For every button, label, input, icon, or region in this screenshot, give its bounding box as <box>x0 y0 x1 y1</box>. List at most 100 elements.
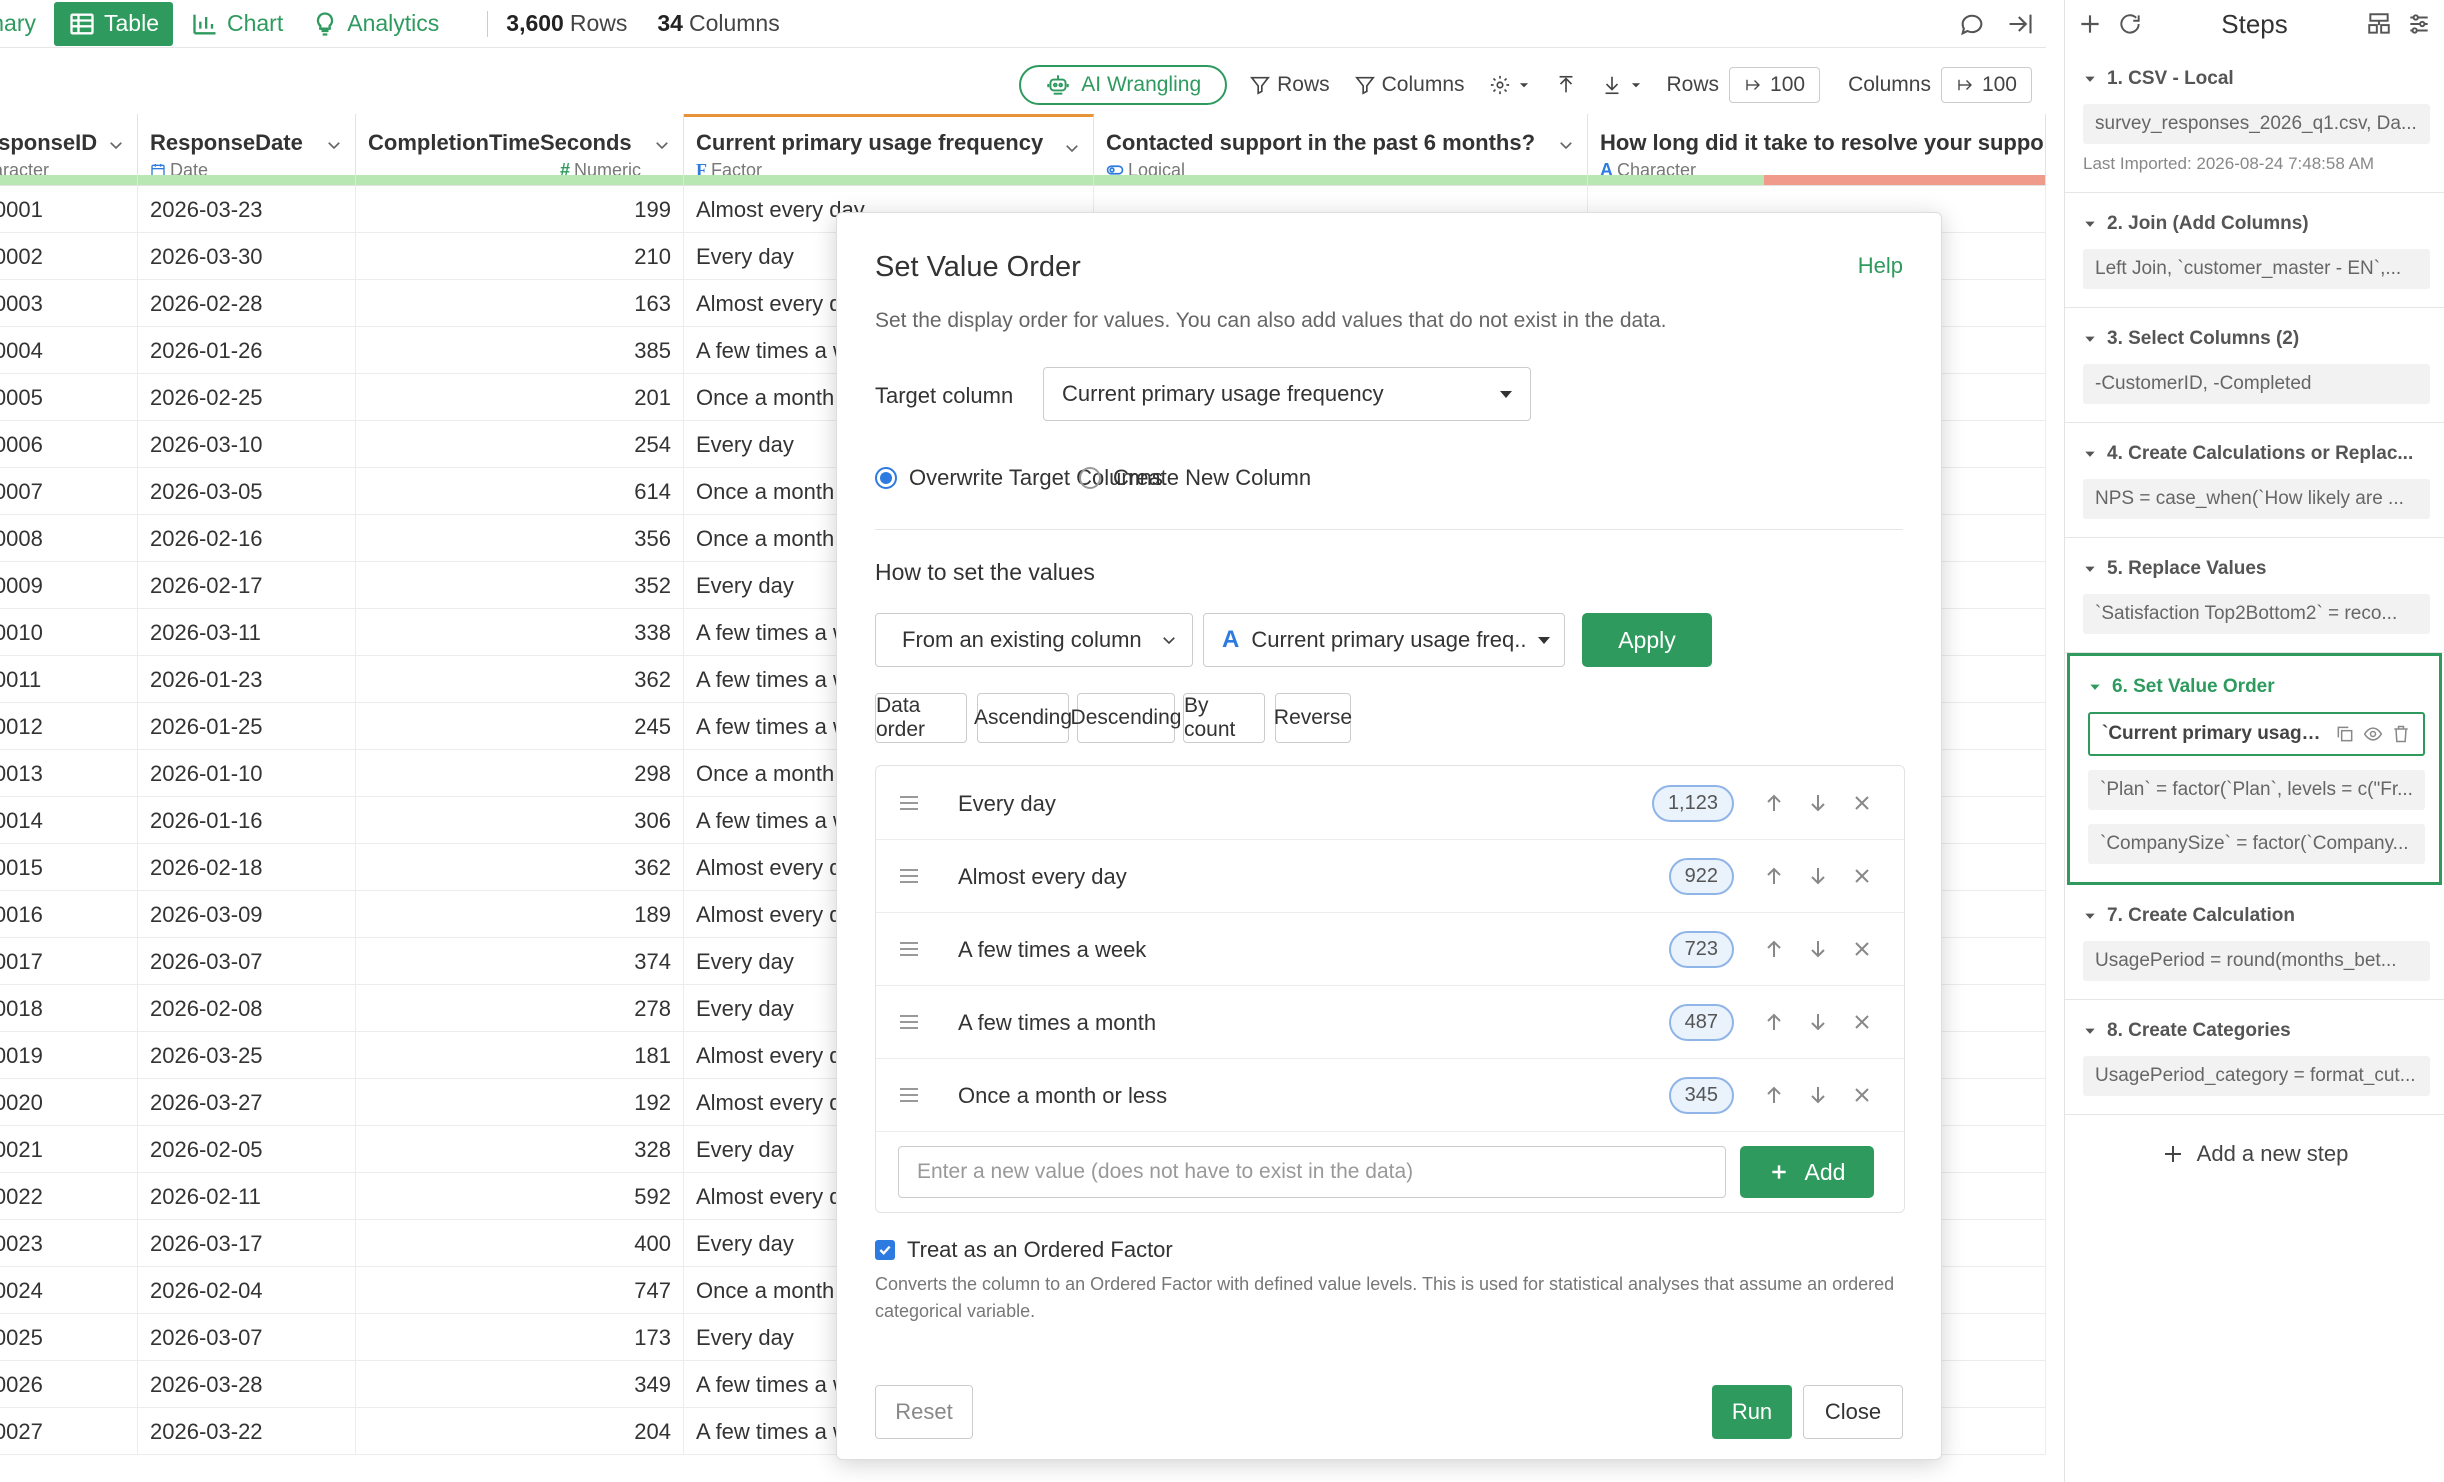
rows-filter-button[interactable]: Rows <box>1249 73 1330 97</box>
source-column-select[interactable]: A Current primary usage freq... <box>1203 613 1565 667</box>
arrow-down-icon[interactable] <box>1806 791 1830 815</box>
sort-ascending-button[interactable]: Ascending <box>974 693 1072 743</box>
table-cell[interactable]: 2026-01-25 <box>138 703 356 750</box>
table-cell[interactable]: 2026-03-27 <box>138 1079 356 1126</box>
close-icon[interactable] <box>1850 937 1874 961</box>
arrow-up-icon[interactable] <box>1762 864 1786 888</box>
step-item[interactable]: 3. Select Columns (2) -CustomerID, -Compl… <box>2065 308 2444 423</box>
table-cell[interactable]: 2026-03-07 <box>138 1314 356 1361</box>
chevron-down-icon[interactable] <box>325 136 343 154</box>
table-cell[interactable]: R0024 <box>0 1267 138 1314</box>
close-button[interactable]: Close <box>1803 1385 1903 1439</box>
copy-icon[interactable] <box>2335 724 2355 744</box>
table-cell[interactable]: R0015 <box>0 844 138 891</box>
sort-by-count-button[interactable]: By count <box>1183 693 1265 743</box>
sliders-icon[interactable] <box>2406 11 2432 37</box>
chevron-down-icon[interactable] <box>2088 680 2102 694</box>
step-item[interactable]: 2. Join (Add Columns) Left Join, `custome… <box>2065 193 2444 308</box>
settings-menu-button[interactable] <box>1489 74 1531 96</box>
table-cell[interactable]: R0001 <box>0 186 138 233</box>
table-cell[interactable]: R0013 <box>0 750 138 797</box>
table-cell[interactable]: R0017 <box>0 938 138 985</box>
column-header-contacted-support[interactable]: Contacted support in the past 6 months? … <box>1094 114 1588 186</box>
value-source-select[interactable]: From an existing column <box>875 613 1193 667</box>
ai-wrangling-button[interactable]: AI Wrangling <box>1019 65 1228 105</box>
step-detail[interactable]: UsagePeriod = round(months_bet... <box>2083 941 2430 981</box>
tab-analytics[interactable]: Analytics <box>297 2 453 46</box>
step-title[interactable]: 5. Replace Values <box>2083 558 2430 580</box>
arrow-down-icon[interactable] <box>1806 1083 1830 1107</box>
table-cell[interactable]: 385 <box>356 327 684 374</box>
columns-filter-button[interactable]: Columns <box>1354 73 1465 97</box>
arrow-up-icon[interactable] <box>1762 791 1786 815</box>
table-cell[interactable]: R0023 <box>0 1220 138 1267</box>
add-step-button[interactable]: Add a new step <box>2065 1141 2444 1167</box>
table-cell[interactable]: 2026-02-18 <box>138 844 356 891</box>
table-cell[interactable]: R0005 <box>0 374 138 421</box>
table-cell[interactable]: 2026-02-08 <box>138 985 356 1032</box>
drag-handle-icon[interactable] <box>898 793 920 813</box>
eye-icon[interactable] <box>2363 724 2383 744</box>
table-cell[interactable]: 2026-03-23 <box>138 186 356 233</box>
columns-limit-input[interactable]: 100 <box>1940 67 2032 103</box>
table-cell[interactable]: 2026-03-05 <box>138 468 356 515</box>
step-title[interactable]: 4. Create Calculations or Replac... <box>2083 443 2430 465</box>
table-cell[interactable]: 163 <box>356 280 684 327</box>
chevron-down-icon[interactable] <box>2083 909 2097 923</box>
table-cell[interactable]: R0012 <box>0 703 138 750</box>
target-column-select[interactable]: Current primary usage frequency <box>1043 367 1531 421</box>
arrow-down-icon[interactable] <box>1806 864 1830 888</box>
step-detail[interactable]: NPS = case_when(`How likely are ... <box>2083 479 2430 519</box>
step-detail[interactable]: survey_responses_2026_q1.csv, Da... <box>2083 104 2430 144</box>
table-cell[interactable]: R0021 <box>0 1126 138 1173</box>
table-cell[interactable]: 2026-01-16 <box>138 797 356 844</box>
table-cell[interactable]: 2026-03-17 <box>138 1220 356 1267</box>
step-title[interactable]: 6. Set Value Order <box>2088 676 2425 698</box>
drag-handle-icon[interactable] <box>898 939 920 959</box>
table-cell[interactable]: 306 <box>356 797 684 844</box>
tab-chart[interactable]: Chart <box>177 2 297 46</box>
plus-icon[interactable] <box>2077 11 2103 37</box>
upload-button[interactable] <box>1555 74 1577 96</box>
table-cell[interactable]: 349 <box>356 1361 684 1408</box>
arrow-down-icon[interactable] <box>1806 1010 1830 1034</box>
table-cell[interactable]: R0009 <box>0 562 138 609</box>
table-cell[interactable]: 362 <box>356 844 684 891</box>
table-cell[interactable]: 2026-03-30 <box>138 233 356 280</box>
arrow-up-icon[interactable] <box>1762 937 1786 961</box>
step-detail[interactable]: `Current primary usage ... <box>2088 712 2425 756</box>
chevron-down-icon[interactable] <box>107 136 125 154</box>
arrow-up-icon[interactable] <box>1762 1010 1786 1034</box>
table-cell[interactable]: R0011 <box>0 656 138 703</box>
chevron-down-icon[interactable] <box>2083 217 2097 231</box>
table-cell[interactable]: 278 <box>356 985 684 1032</box>
table-cell[interactable]: 2026-03-11 <box>138 609 356 656</box>
close-icon[interactable] <box>1850 864 1874 888</box>
refresh-icon[interactable] <box>2117 11 2143 37</box>
table-cell[interactable]: R0008 <box>0 515 138 562</box>
table-cell[interactable]: 2026-02-25 <box>138 374 356 421</box>
table-cell[interactable]: 362 <box>356 656 684 703</box>
tab-summary[interactable]: Summary <box>0 2 50 46</box>
value-order-item[interactable]: Every day 1,123 <box>876 767 1904 840</box>
table-cell[interactable]: 2026-01-23 <box>138 656 356 703</box>
step-layout-icon[interactable] <box>2366 11 2392 37</box>
chevron-down-icon[interactable] <box>2083 1024 2097 1038</box>
table-cell[interactable]: 2026-03-28 <box>138 1361 356 1408</box>
table-cell[interactable]: 2026-02-11 <box>138 1173 356 1220</box>
table-cell[interactable]: 2026-01-26 <box>138 327 356 374</box>
apply-button[interactable]: Apply <box>1582 613 1712 667</box>
chevron-down-icon[interactable] <box>1063 139 1081 157</box>
step-item[interactable]: 1. CSV - Local survey_responses_2026_q1.c… <box>2065 48 2444 193</box>
add-value-button[interactable]: Add <box>1740 1146 1874 1198</box>
table-cell[interactable]: R0007 <box>0 468 138 515</box>
new-value-input[interactable] <box>898 1146 1726 1198</box>
step-title[interactable]: 1. CSV - Local <box>2083 68 2430 90</box>
drag-handle-icon[interactable] <box>898 866 920 886</box>
drag-handle-icon[interactable] <box>898 1085 920 1105</box>
radio-button-unchecked[interactable] <box>1079 467 1101 489</box>
step-detail[interactable]: `Satisfaction Top2Bottom2` = reco... <box>2083 594 2430 634</box>
table-cell[interactable]: 2026-02-28 <box>138 280 356 327</box>
table-cell[interactable]: 201 <box>356 374 684 421</box>
step-detail[interactable]: UsagePeriod_category = format_cut... <box>2083 1056 2430 1096</box>
